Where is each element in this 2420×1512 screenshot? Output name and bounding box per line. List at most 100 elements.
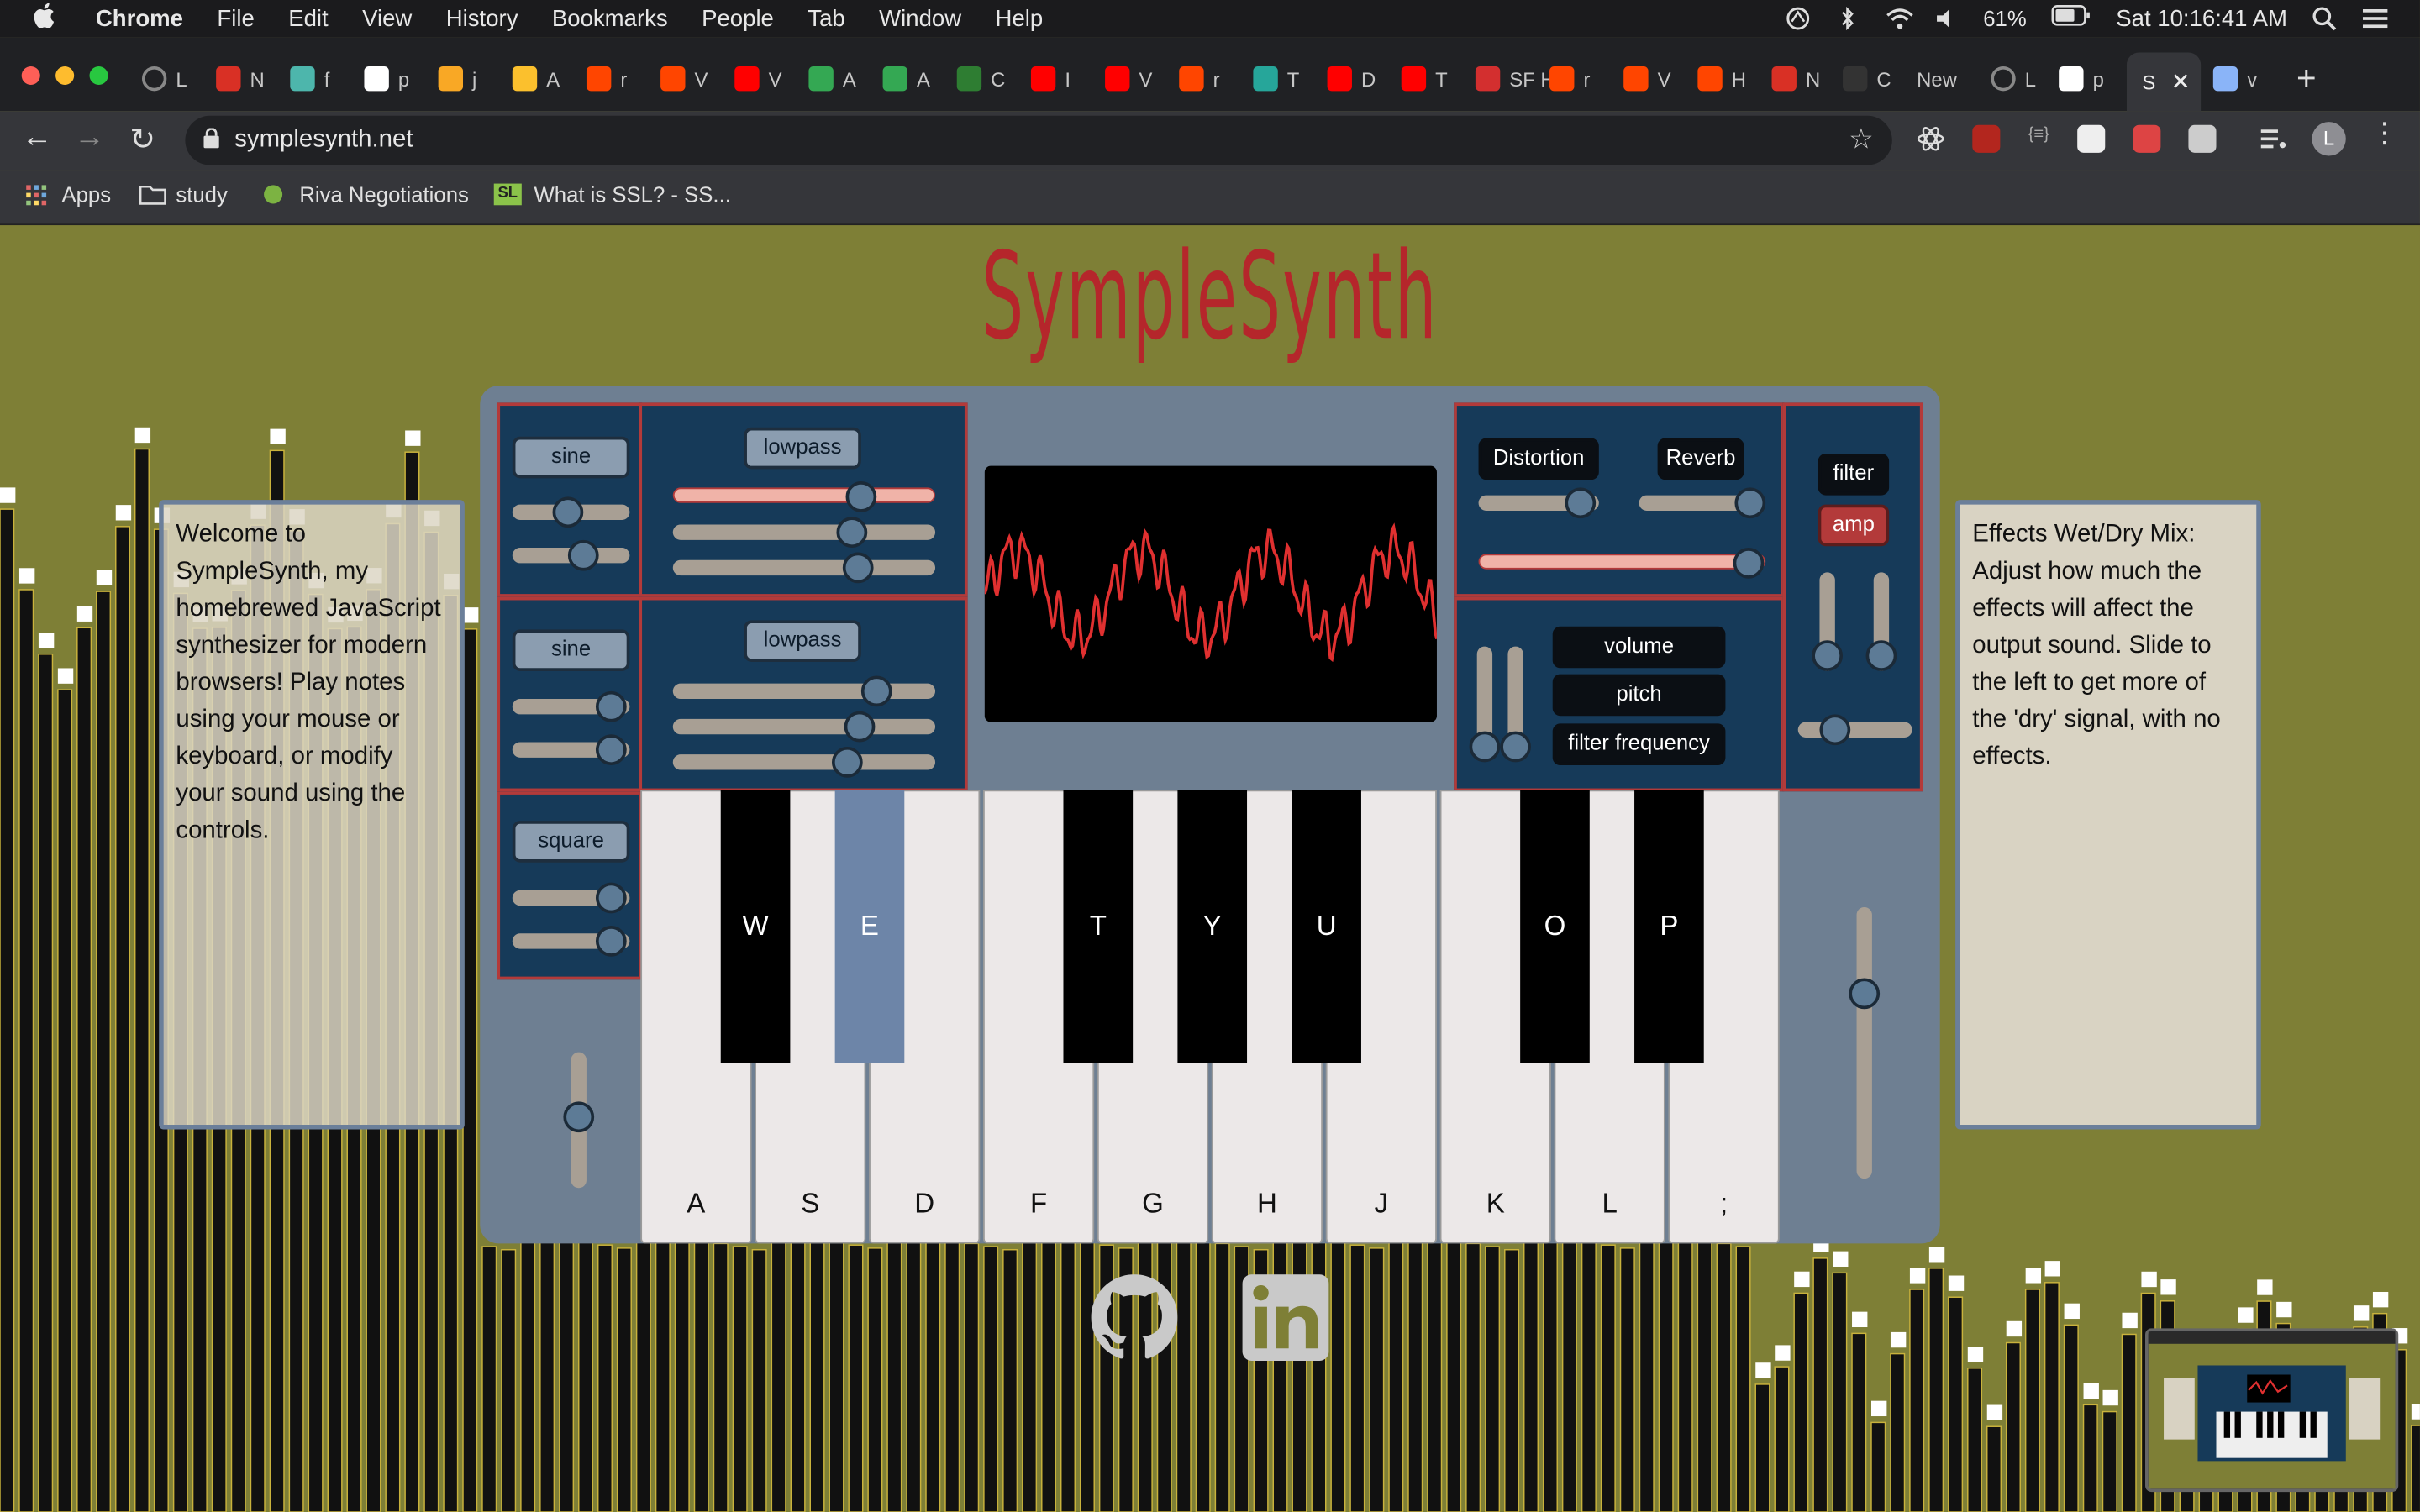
slider-knob[interactable] (1849, 978, 1881, 1010)
bookmark-ssl[interactable]: SL What is SSL? - SS... (493, 182, 731, 207)
spotlight-search-icon[interactable] (2312, 6, 2337, 31)
browser-tab[interactable]: H (1697, 55, 1746, 102)
browser-tab[interactable]: C (956, 55, 1005, 102)
osc-3-slider-a[interactable] (512, 882, 630, 914)
bookmark-apps[interactable]: Apps (24, 182, 111, 207)
black-key[interactable]: W (720, 790, 791, 1063)
bookmark-study[interactable]: study (139, 182, 228, 207)
filter-1-cutoff-slider[interactable] (672, 481, 936, 512)
chrome-menu-icon[interactable]: ⋮ (2370, 118, 2398, 149)
browser-tab[interactable]: V (660, 55, 708, 102)
slider-knob[interactable] (595, 690, 627, 722)
browser-tab[interactable]: A (882, 55, 930, 102)
linkedin-link-icon[interactable] (1242, 1274, 1329, 1361)
slider-knob[interactable] (595, 882, 627, 914)
menu-history[interactable]: History (446, 5, 518, 31)
browser-tab[interactable]: N (216, 55, 265, 102)
browser-tab[interactable]: r (1549, 55, 1590, 102)
wifi-icon[interactable] (1885, 6, 1913, 30)
tab-close-icon[interactable]: ✕ (2171, 68, 2191, 96)
slider-knob[interactable] (831, 746, 863, 778)
menu-people[interactable]: People (702, 5, 774, 31)
slider-knob[interactable] (595, 734, 627, 766)
lock-icon[interactable] (203, 128, 219, 152)
reverb-slider[interactable] (1639, 487, 1766, 519)
lfo-pitch-button[interactable]: pitch (1552, 674, 1726, 717)
browser-tab[interactable]: T (1253, 55, 1299, 102)
master-volume-slider[interactable] (563, 1052, 595, 1189)
osc-1-wave-button[interactable]: sine (512, 436, 630, 479)
browser-tab[interactable]: v (2212, 55, 2257, 102)
slider-knob[interactable] (844, 711, 876, 743)
wet-dry-mix-slider[interactable] (1478, 548, 1766, 579)
filter-2-type-button[interactable]: lowpass (744, 620, 861, 662)
lfo-filter-frequency-button[interactable]: filter frequency (1552, 723, 1726, 766)
lfo-volume-button[interactable]: volume (1552, 626, 1726, 669)
browser-tab[interactable]: New (1917, 55, 1957, 102)
sync-status-icon[interactable] (1786, 6, 1810, 30)
bluetooth-icon[interactable] (1835, 6, 1860, 31)
slider-knob[interactable] (1734, 487, 1766, 519)
browser-tab[interactable]: j (438, 55, 476, 102)
distortion-button[interactable]: Distortion (1478, 438, 1599, 480)
slider-knob[interactable] (1500, 731, 1532, 763)
browser-tab[interactable]: p (364, 55, 409, 102)
slider-knob[interactable] (836, 517, 868, 549)
black-key[interactable]: E (834, 790, 905, 1063)
black-key[interactable]: O (1520, 790, 1590, 1063)
envelope-attack-slider[interactable] (1812, 572, 1844, 671)
address-bar[interactable]: symplesynth.net ☆ (185, 115, 1892, 165)
browser-tab[interactable]: f (290, 55, 329, 102)
menu-bookmarks[interactable]: Bookmarks (552, 5, 668, 31)
browser-tab[interactable]: I (1030, 55, 1071, 102)
osc-2-slider-a[interactable] (512, 690, 630, 722)
osc-3-slider-b[interactable] (512, 926, 630, 957)
black-key[interactable]: T (1063, 790, 1134, 1063)
filter-2-gain-slider[interactable] (672, 746, 936, 778)
github-link-icon[interactable] (1091, 1274, 1178, 1361)
json-extension-icon[interactable]: {≡} (2025, 125, 2053, 153)
reverb-button[interactable]: Reverb (1657, 438, 1744, 480)
filter-1-type-button[interactable]: lowpass (744, 427, 861, 470)
osc-3-wave-button[interactable]: square (512, 821, 630, 863)
slider-knob[interactable] (1565, 487, 1597, 519)
reload-button[interactable]: ↻ (129, 120, 155, 159)
envelope-amp-tab[interactable]: amp (1818, 504, 1890, 547)
apple-menu-icon[interactable] (34, 2, 55, 35)
menu-help[interactable]: Help (996, 5, 1044, 31)
forward-button[interactable]: → (74, 120, 105, 155)
menu-clock[interactable]: Sat 10:16:41 AM (2116, 5, 2287, 31)
slider-knob[interactable] (1812, 640, 1844, 671)
slider-knob[interactable] (552, 496, 584, 528)
menu-view[interactable]: View (362, 5, 412, 31)
browser-tab[interactable]: C (1843, 55, 1891, 102)
screenshot-thumbnail[interactable] (2145, 1328, 2399, 1493)
browser-tab[interactable]: r (586, 55, 627, 102)
browser-tab[interactable]: L (1991, 55, 2036, 102)
slider-knob[interactable] (563, 1101, 595, 1133)
slider-knob[interactable] (842, 552, 874, 584)
slider-knob[interactable] (1469, 731, 1501, 763)
osc-2-slider-b[interactable] (512, 734, 630, 766)
browser-tab[interactable]: SF H (1475, 55, 1555, 102)
bookmark-star-icon[interactable]: ☆ (1849, 123, 1874, 156)
filter-2-resonance-slider[interactable] (672, 711, 936, 743)
browser-tab[interactable]: A (512, 55, 560, 102)
notification-center-icon[interactable] (2361, 6, 2388, 30)
lfo-rate-slider[interactable] (1469, 646, 1501, 763)
slider-knob[interactable] (845, 481, 877, 512)
browser-tab[interactable]: T (1401, 55, 1448, 102)
calendar-extension-icon[interactable] (2133, 124, 2161, 153)
slider-knob[interactable] (1819, 714, 1851, 746)
browser-tab[interactable]: V (734, 55, 782, 102)
browser-tab[interactable]: p (2059, 55, 2104, 102)
black-key[interactable]: Y (1177, 790, 1248, 1063)
browser-tab[interactable]: A (808, 55, 856, 102)
black-key[interactable]: U (1292, 790, 1361, 1063)
profile-avatar[interactable]: L (2312, 122, 2346, 156)
envelope-filter-tab[interactable]: filter (1818, 453, 1890, 496)
back-button[interactable]: ← (22, 120, 53, 155)
media-control-icon[interactable] (2260, 125, 2287, 153)
slider-knob[interactable] (860, 675, 892, 707)
note-extension-icon[interactable] (2188, 124, 2217, 153)
